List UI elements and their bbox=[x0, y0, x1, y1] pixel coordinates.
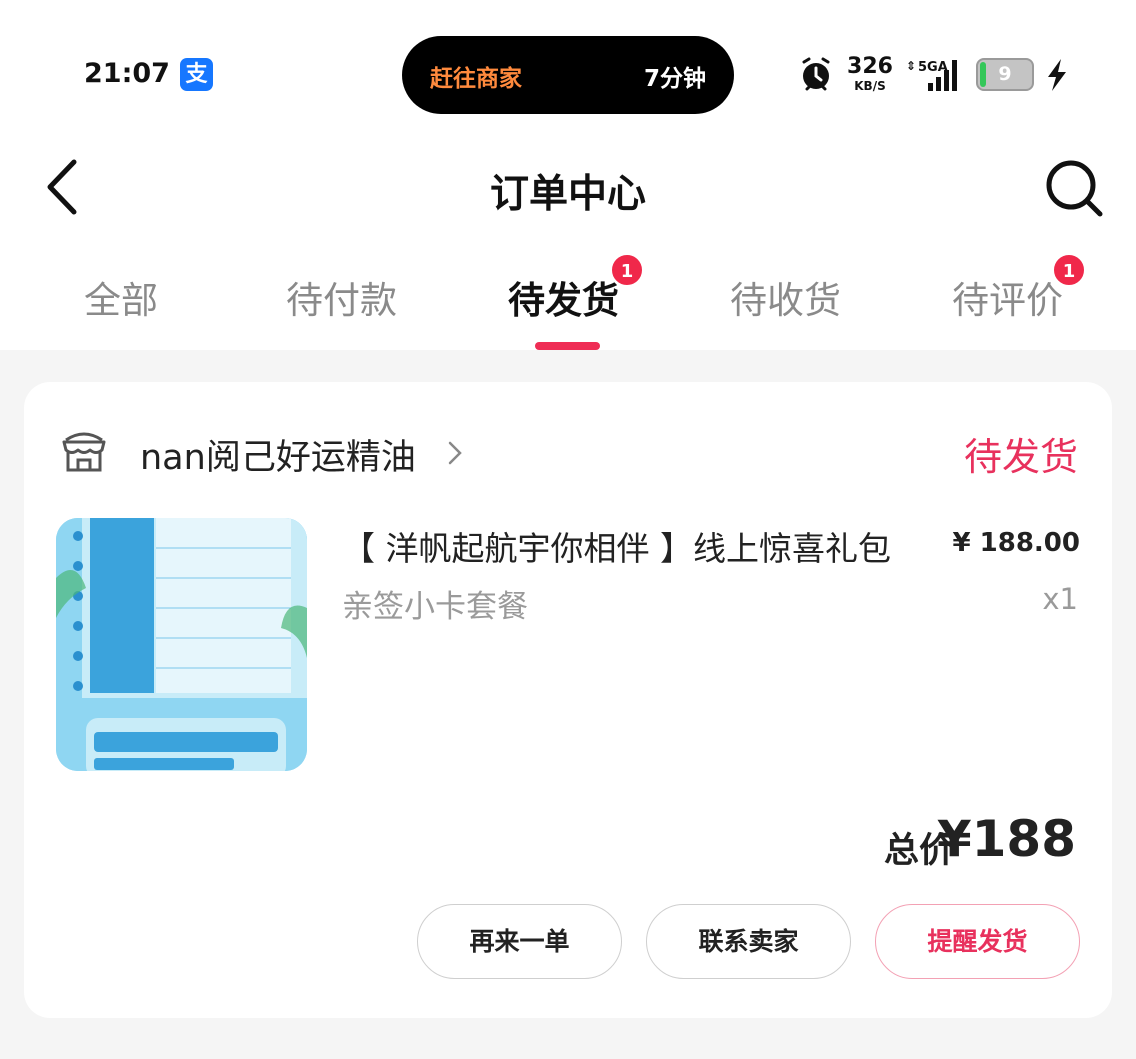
signal-icon: ⇕ 5GA bbox=[906, 59, 957, 91]
battery-percent: 9 bbox=[998, 63, 1012, 85]
tab-label: 待发货 bbox=[508, 279, 619, 322]
island-eta-text: 7分钟 bbox=[643, 66, 706, 92]
svg-text:⇕: ⇕ bbox=[906, 59, 916, 73]
product-thumbnail[interactable] bbox=[56, 518, 307, 771]
network-type: 5GA bbox=[918, 60, 948, 75]
active-tab-indicator bbox=[535, 342, 600, 350]
reorder-button[interactable]: 再来一单 bbox=[417, 904, 622, 979]
charging-icon bbox=[1048, 59, 1066, 91]
island-status-text: 赶往商家 bbox=[430, 66, 522, 92]
tab-pending-payment[interactable]: 待付款 bbox=[286, 270, 397, 324]
product-quantity: x1 bbox=[1042, 582, 1078, 616]
contact-seller-button[interactable]: 联系卖家 bbox=[646, 904, 851, 979]
shop-icon bbox=[62, 432, 106, 472]
chevron-right-icon[interactable] bbox=[444, 438, 466, 468]
tab-label: 待收货 bbox=[730, 279, 841, 322]
order-card[interactable]: nan阅己好运精油 待发货 【 洋帆起航宇你相伴 】线上惊喜礼包 ¥ 188.0… bbox=[24, 382, 1112, 1018]
remind-shipment-button[interactable]: 提醒发货 bbox=[875, 904, 1080, 979]
product-spec: 亲签小卡套餐 bbox=[342, 589, 528, 625]
tab-badge: 1 bbox=[610, 253, 644, 287]
net-speed: 326 KB/S bbox=[846, 54, 894, 93]
tab-pending-review[interactable]: 待评价 1 bbox=[952, 253, 1086, 324]
order-status: 待发货 bbox=[963, 435, 1078, 479]
dynamic-island[interactable]: 赶往商家 7分钟 bbox=[402, 36, 734, 114]
tab-all[interactable]: 全部 bbox=[84, 270, 158, 324]
net-speed-value: 326 bbox=[847, 54, 893, 79]
alarm-icon bbox=[802, 57, 830, 91]
tab-label: 待评价 bbox=[952, 279, 1063, 322]
back-icon[interactable] bbox=[40, 158, 84, 216]
tab-pending-receipt[interactable]: 待收货 bbox=[730, 270, 841, 324]
tab-label: 全部 bbox=[84, 279, 158, 322]
search-icon[interactable] bbox=[1044, 158, 1104, 218]
shop-name[interactable]: nan阅己好运精油 bbox=[140, 429, 416, 480]
tab-pending-shipment[interactable]: 待发货 1 bbox=[508, 253, 644, 324]
page-title: 订单中心 bbox=[489, 172, 646, 217]
status-time: 21:07 bbox=[84, 58, 170, 89]
alipay-icon: 支 bbox=[180, 58, 213, 91]
tab-label: 待付款 bbox=[286, 279, 397, 322]
total-price: ¥188 bbox=[936, 810, 1076, 868]
product-title[interactable]: 【 洋帆起航宇你相伴 】线上惊喜礼包 bbox=[342, 522, 891, 570]
tab-badge: 1 bbox=[1052, 253, 1086, 287]
product-price: ¥ 188.00 bbox=[952, 528, 1080, 558]
net-speed-unit: KB/S bbox=[854, 79, 886, 93]
product-image bbox=[56, 518, 307, 771]
battery-icon: 9 bbox=[976, 58, 1034, 91]
